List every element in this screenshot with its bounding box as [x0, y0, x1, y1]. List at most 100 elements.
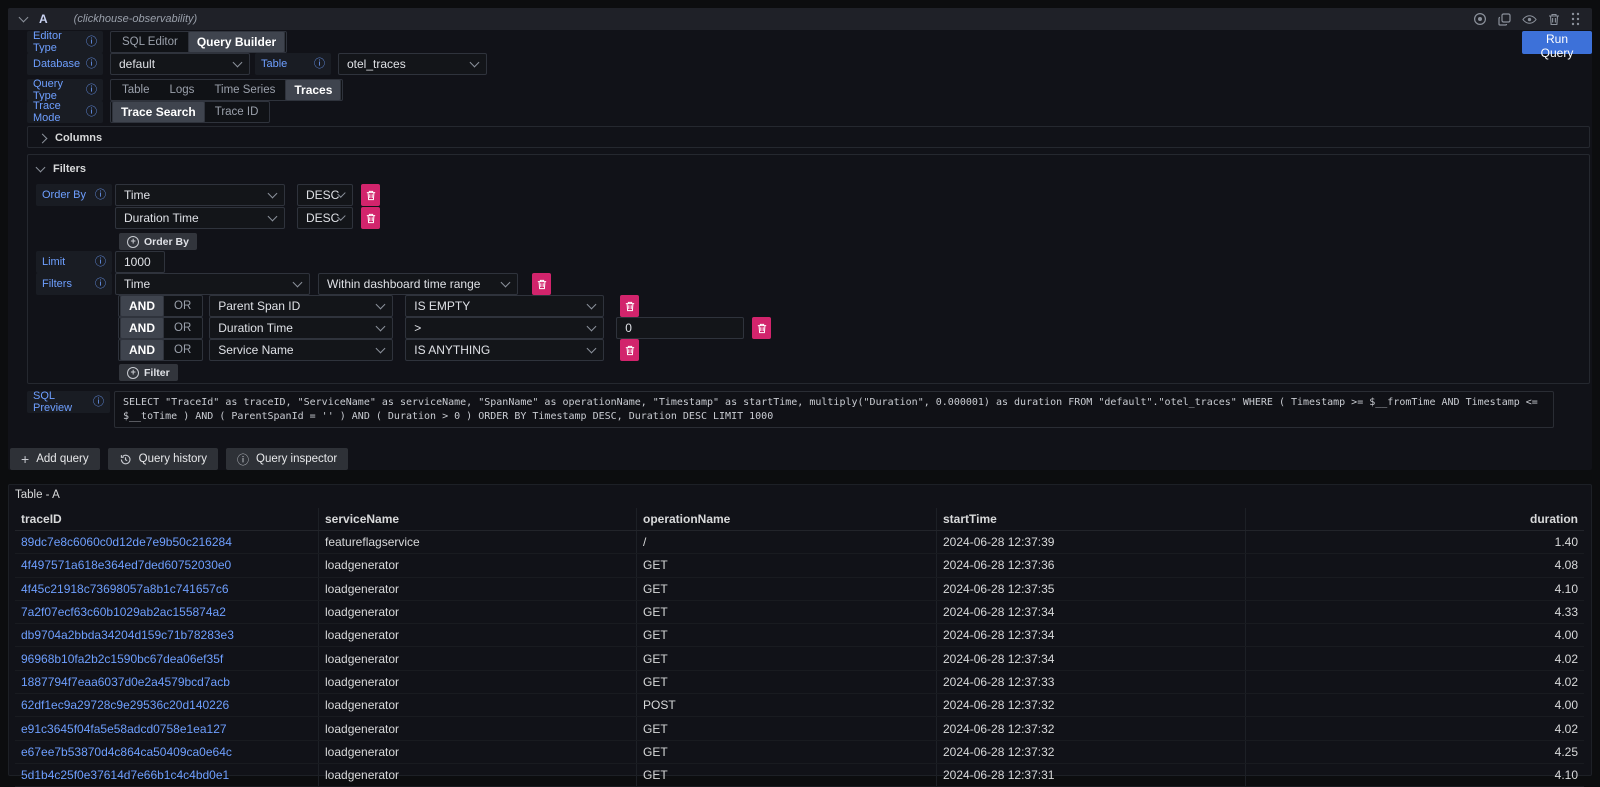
remove-order-by-button[interactable]	[361, 184, 380, 206]
editor-type-radio-group: SQL Editor Query Builder	[110, 31, 287, 53]
limit-input[interactable]	[115, 251, 165, 273]
columns-section: Columns	[27, 126, 1590, 148]
trace-id-link[interactable]: db9704a2bbda34204d159c71b78283e3	[15, 624, 319, 646]
order-by-field-select[interactable]: Time	[115, 184, 285, 206]
chevron-down-icon[interactable]	[19, 13, 29, 23]
query-type-label: Query Typeⓘ	[27, 79, 103, 101]
start-time-cell: 2024-06-28 12:37:34	[937, 647, 1246, 669]
query-type-option-traces[interactable]: Traces	[285, 79, 341, 101]
info-icon[interactable]: ⓘ	[95, 257, 106, 268]
table-row: db9704a2bbda34204d159c71b78283e3loadgene…	[15, 624, 1584, 647]
eye-icon[interactable]	[1522, 14, 1537, 25]
table-row: 4f497571a618e364ed7ded60752030e0loadgene…	[15, 554, 1584, 577]
order-by-direction-select[interactable]: DESC	[297, 207, 353, 229]
trace-id-link[interactable]: 96968b10fa2b2c1590bc67dea06ef35f	[15, 647, 319, 669]
info-icon[interactable]: ⓘ	[95, 279, 106, 290]
column-header-traceid[interactable]: traceID	[15, 508, 319, 530]
results-table: traceID serviceName operationName startT…	[15, 508, 1584, 787]
query-type-option-logs[interactable]: Logs	[160, 81, 205, 99]
and-option[interactable]: AND	[120, 317, 164, 339]
info-icon[interactable]: ⓘ	[86, 59, 97, 70]
remove-filter-button[interactable]	[620, 295, 639, 317]
query-row-header[interactable]: A (clickhouse-observability)	[8, 8, 1592, 30]
plus-icon: +	[21, 452, 29, 466]
or-option[interactable]: OR	[164, 341, 201, 359]
trace-mode-option-trace-search[interactable]: Trace Search	[112, 101, 205, 123]
database-table-row: Databaseⓘ default Tableⓘ otel_traces	[27, 53, 487, 75]
trace-id-link[interactable]: 4f45c21918c73698057a8b1c741657c6	[15, 578, 319, 600]
add-filter-button[interactable]: + Filter	[119, 364, 178, 381]
filter-field-select[interactable]: Service Name	[209, 339, 393, 361]
service-name-cell: loadgenerator	[319, 671, 637, 693]
query-type-row: Query Typeⓘ Table Logs Time Series Trace…	[27, 79, 343, 101]
columns-section-toggle[interactable]: Columns	[28, 127, 1589, 149]
duplicate-icon[interactable]	[1498, 13, 1511, 26]
info-icon[interactable]: ⓘ	[86, 85, 97, 96]
query-history-button[interactable]: Query history	[108, 448, 218, 470]
trace-id-link[interactable]: 5d1b4c25f0e37614d7e66b1c4c4bd0e1	[15, 764, 319, 786]
add-order-by-button[interactable]: + Order By	[119, 233, 197, 250]
order-by-field-select[interactable]: Duration Time	[115, 207, 285, 229]
trace-id-link[interactable]: 4f497571a618e364ed7ded60752030e0	[15, 554, 319, 576]
remove-order-by-button[interactable]	[361, 207, 380, 229]
filter-operator-select[interactable]: Within dashboard time range	[318, 273, 518, 295]
trace-id-link[interactable]: e91c3645f04fa5e58adcd0758e1ea127	[15, 717, 319, 739]
filters-section-toggle[interactable]: Filters	[28, 158, 1589, 180]
info-icon[interactable]: ⓘ	[95, 190, 106, 201]
chevron-right-icon	[38, 133, 48, 143]
table-row: 89dc7e8c6060c0d12de7e9b50c216284featuref…	[15, 531, 1584, 554]
query-type-option-table[interactable]: Table	[112, 81, 160, 99]
and-option[interactable]: AND	[120, 295, 164, 317]
operation-name-cell: GET	[637, 624, 937, 646]
filter-operator-select[interactable]: >	[405, 317, 604, 339]
table-row: 5d1b4c25f0e37614d7e66b1c4c4bd0e1loadgene…	[15, 764, 1584, 787]
trace-mode-option-trace-id[interactable]: Trace ID	[205, 103, 269, 121]
column-header-servicename[interactable]: serviceName	[319, 508, 637, 530]
remove-filter-button[interactable]	[752, 317, 771, 339]
filter-value-input[interactable]	[616, 317, 744, 339]
info-icon[interactable]: ⓘ	[314, 59, 325, 70]
order-by-direction-select[interactable]: DESC	[297, 184, 353, 206]
trace-id-link[interactable]: e67ee7b53870d4c864ca50409ca0e64c	[15, 741, 319, 763]
info-icon[interactable]: ⓘ	[86, 107, 97, 118]
record-icon[interactable]	[1473, 12, 1487, 26]
or-option[interactable]: OR	[164, 319, 201, 337]
info-icon: ⓘ	[237, 451, 249, 468]
filter-field-select[interactable]: Time	[115, 273, 310, 295]
trace-id-link[interactable]: 89dc7e8c6060c0d12de7e9b50c216284	[15, 531, 319, 553]
editor-type-option-sql-editor[interactable]: SQL Editor	[112, 33, 188, 51]
filter-operator-select[interactable]: IS ANYTHING	[405, 339, 604, 361]
query-inspector-button[interactable]: ⓘ Query inspector	[226, 448, 348, 470]
trace-id-link[interactable]: 1887794f7eaa6037d0e2a4579bcd7acb	[15, 671, 319, 693]
info-icon[interactable]: ⓘ	[86, 37, 97, 48]
filter-condition-row: AND OR Service Name IS ANYTHING	[118, 339, 639, 361]
editor-type-option-query-builder[interactable]: Query Builder	[188, 31, 285, 53]
column-header-duration[interactable]: duration	[1246, 508, 1584, 530]
add-query-button[interactable]: + Add query	[10, 448, 100, 470]
remove-filter-button[interactable]	[620, 339, 639, 361]
filter-field-select[interactable]: Parent Span ID	[209, 295, 393, 317]
trace-id-link[interactable]: 7a2f07ecf63c60b1029ab2ac155874a2	[15, 601, 319, 623]
order-by-label: Order Byⓘ	[36, 184, 112, 206]
trace-id-link[interactable]: 62df1ec9a29728c9e29536c20d140226	[15, 694, 319, 716]
service-name-cell: loadgenerator	[319, 554, 637, 576]
run-query-button[interactable]: Run Query	[1522, 31, 1592, 54]
query-ref-id: A	[39, 12, 48, 26]
trash-icon[interactable]	[1548, 13, 1560, 26]
filter-operator-select[interactable]: IS EMPTY	[405, 295, 604, 317]
query-type-option-time-series[interactable]: Time Series	[204, 81, 285, 99]
remove-filter-button[interactable]	[532, 273, 551, 295]
service-name-cell: loadgenerator	[319, 578, 637, 600]
service-name-cell: featureflagservice	[319, 531, 637, 553]
filter-condition-row: AND OR Duration Time >	[118, 317, 771, 339]
info-icon[interactable]: ⓘ	[93, 397, 104, 408]
filter-field-select[interactable]: Duration Time	[209, 317, 393, 339]
table-select[interactable]: otel_traces	[338, 53, 487, 75]
or-option[interactable]: OR	[164, 297, 201, 315]
column-header-operationname[interactable]: operationName	[637, 508, 937, 530]
column-header-starttime[interactable]: startTime	[937, 508, 1246, 530]
database-select[interactable]: default	[110, 53, 250, 75]
and-option[interactable]: AND	[120, 339, 164, 361]
drag-handle-icon[interactable]	[1571, 12, 1580, 26]
chevron-down-icon	[587, 300, 597, 310]
